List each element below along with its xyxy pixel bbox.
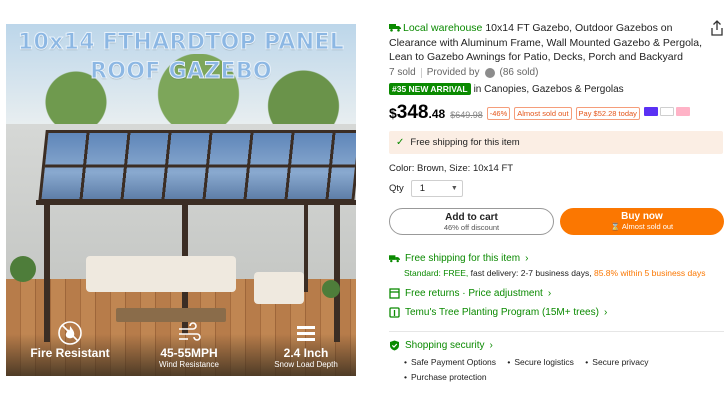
chevron-down-icon: ▼ bbox=[450, 185, 458, 192]
security-item: Secure logistics bbox=[507, 355, 574, 370]
price-currency: $ bbox=[389, 105, 397, 121]
stock-tag: Almost sold out bbox=[514, 107, 572, 120]
gazebo-post bbox=[304, 204, 308, 292]
tree-planting-link[interactable]: Temu's Tree Planting Program (15M+ trees… bbox=[389, 307, 607, 318]
shopping-security-link[interactable]: Shopping security › bbox=[389, 340, 493, 351]
layers-icon bbox=[297, 326, 315, 341]
flame-icon bbox=[58, 321, 82, 345]
original-price: $649.98 bbox=[450, 110, 483, 120]
rank-row[interactable]: #35 NEW ARRIVAL in Canopies, Gazebos & P… bbox=[389, 83, 624, 95]
section-divider bbox=[389, 331, 724, 332]
product-title: Local warehouse 10x14 FT Gazebo, Outdoor… bbox=[389, 21, 705, 65]
selected-variant: Color: Brown, Size: 10x14 FT bbox=[389, 163, 514, 174]
qty-select[interactable]: 1 ▼ bbox=[410, 180, 463, 197]
hourglass-icon: ⌛ bbox=[610, 222, 621, 231]
feature-subtitle: Wind Resistance bbox=[158, 360, 220, 369]
shopping-security-label: Shopping security bbox=[405, 340, 485, 351]
headline-line1: 10x14 FTHARDTOP PANEL bbox=[17, 30, 345, 56]
provided-by-label: Provided by bbox=[426, 67, 480, 78]
chevron-right-icon: › bbox=[547, 288, 552, 299]
plant bbox=[10, 256, 36, 282]
truck-icon bbox=[389, 24, 401, 32]
payment-icon bbox=[643, 107, 658, 116]
chevron-right-icon: › bbox=[525, 253, 529, 264]
quantity-row: Qty 1 ▼ bbox=[389, 180, 463, 197]
discount-tag: -46% bbox=[486, 107, 511, 120]
gazebo-beam bbox=[36, 200, 356, 205]
gazebo-roof bbox=[38, 130, 356, 202]
free-returns-link[interactable]: Free returns · Price adjustment › bbox=[389, 288, 551, 299]
product-meta: 7 sold Provided by (86 sold) bbox=[389, 67, 538, 78]
standard-free: FREE, bbox=[443, 268, 469, 278]
standard-delivery-time: fast delivery: 2-7 business days, bbox=[470, 268, 592, 278]
rank-badge: #35 NEW ARRIVAL bbox=[389, 83, 471, 95]
buy-now-sublabel-text: Almost sold out bbox=[621, 222, 674, 231]
truck-icon bbox=[389, 255, 400, 263]
feature-title: 2.4 Inch bbox=[283, 346, 329, 360]
shield-icon bbox=[390, 340, 399, 351]
feature-fire: Fire Resistant bbox=[20, 320, 120, 360]
feature-title: 45-55MPH bbox=[160, 346, 218, 360]
feature-title: Fire Resistant bbox=[30, 346, 110, 360]
payment-icons bbox=[643, 107, 690, 116]
buy-now-label: Buy now bbox=[621, 211, 663, 222]
free-returns-label: Free returns · Price adjustment bbox=[405, 288, 543, 299]
free-shipping-link-label: Free shipping for this item bbox=[405, 253, 521, 264]
buy-now-sublabel: ⌛ Almost sold out bbox=[560, 222, 724, 232]
payment-icon bbox=[675, 107, 690, 116]
chevron-right-icon: › bbox=[489, 340, 493, 351]
standard-ontime-rate: 85.8% within 5 business days bbox=[593, 268, 706, 278]
qty-label: Qty bbox=[389, 183, 404, 194]
current-price: $348.48 bbox=[389, 102, 445, 124]
headline-line2: ROOF GAZEBO bbox=[90, 59, 273, 85]
tree-planting-label: Temu's Tree Planting Program (15M+ trees… bbox=[405, 307, 599, 318]
standard-prefix: Standard: bbox=[404, 268, 441, 278]
pay-today-tag[interactable]: Pay $52.28 today bbox=[575, 107, 640, 120]
feature-subtitle: Snow Load Depth bbox=[274, 360, 338, 369]
product-image[interactable]: 10x14 FTHARDTOP PANEL ROOF GAZEBO Fire R… bbox=[6, 24, 356, 376]
plant bbox=[322, 280, 340, 298]
rank-category: in Canopies, Gazebos & Pergolas bbox=[473, 83, 624, 95]
security-item: Purchase protection bbox=[404, 370, 487, 385]
price-row: $348.48 $649.98 -46% Almost sold out Pay… bbox=[389, 102, 690, 124]
price-decimal: .48 bbox=[428, 107, 446, 121]
chevron-right-icon: › bbox=[603, 307, 608, 318]
share-icon[interactable] bbox=[710, 20, 724, 36]
free-shipping-link[interactable]: Free shipping for this item › bbox=[389, 253, 528, 264]
feature-wind: 45-55MPH Wind Resistance bbox=[134, 320, 244, 369]
image-headline: 10x14 FTHARDTOP PANEL ROOF GAZEBO bbox=[6, 28, 356, 86]
seller-sold-count: (86 sold) bbox=[499, 67, 539, 78]
security-item: Safe Payment Options bbox=[404, 355, 496, 370]
add-to-cart-sublabel: 46% off discount bbox=[443, 223, 500, 232]
armchair bbox=[254, 272, 304, 304]
meta-divider bbox=[420, 67, 422, 78]
security-item: Secure privacy bbox=[585, 355, 648, 370]
payment-icon bbox=[659, 107, 674, 116]
add-to-cart-label: Add to cart bbox=[445, 212, 498, 223]
price-integer: 348 bbox=[396, 102, 429, 123]
qty-value: 1 bbox=[419, 183, 426, 194]
wind-icon bbox=[179, 322, 201, 341]
tree-icon bbox=[389, 307, 400, 318]
free-shipping-banner-text: Free shipping for this item bbox=[410, 137, 520, 148]
standard-shipping-info: Standard: FREE, fast delivery: 2-7 busin… bbox=[404, 268, 706, 278]
add-to-cart-button[interactable]: Add to cart 46% off discount bbox=[389, 208, 554, 235]
sofa bbox=[86, 256, 236, 292]
feature-snow: 2.4 Inch Snow Load Depth bbox=[256, 320, 356, 369]
security-list: Safe Payment Options Secure logistics Se… bbox=[404, 355, 704, 385]
buy-now-button[interactable]: Buy now ⌛ Almost sold out bbox=[560, 208, 724, 235]
local-warehouse-label[interactable]: Local warehouse bbox=[403, 22, 482, 34]
return-box-icon bbox=[389, 288, 400, 299]
seller-avatar[interactable] bbox=[484, 67, 495, 78]
free-shipping-banner: ✓ Free shipping for this item bbox=[389, 131, 723, 154]
check-icon: ✓ bbox=[396, 137, 405, 148]
sold-count: 7 sold bbox=[389, 67, 416, 78]
